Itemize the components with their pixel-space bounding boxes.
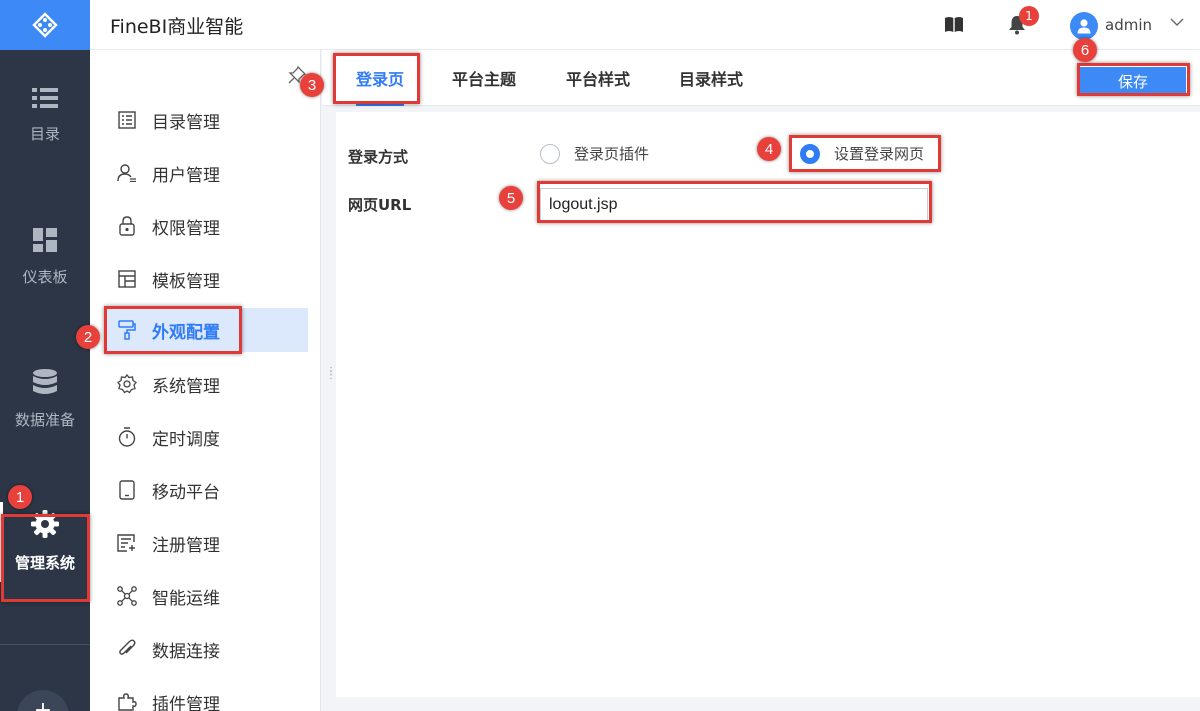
menu-item-scheduling[interactable]: 定时调度: [104, 415, 308, 459]
menu-item-catalog[interactable]: 目录管理: [104, 98, 308, 142]
menu-item-label: 移动平台: [152, 482, 220, 503]
menu-item-label: 外观配置: [152, 322, 220, 343]
primary-nav-rail: 目录 仪表板 数据准备 管理系统 +: [0, 0, 90, 711]
add-button[interactable]: +: [17, 690, 69, 711]
gear-icon: [31, 509, 59, 538]
radio-label: 设置登录网页: [834, 145, 925, 163]
app-logo[interactable]: [0, 0, 90, 50]
logo-icon: [32, 12, 58, 38]
annotation-step-6: 6: [1073, 38, 1097, 62]
nodes-icon: [116, 586, 138, 606]
menu-item-mobile[interactable]: 移动平台: [104, 468, 308, 512]
radio-custom-login-page[interactable]: 设置登录网页: [800, 143, 924, 164]
register-icon: [116, 534, 138, 552]
save-button[interactable]: 保存: [1080, 67, 1186, 95]
annotation-step-1: 1: [8, 485, 32, 509]
rail-item-dashboard[interactable]: 仪表板: [0, 210, 90, 304]
app-title: FineBI商业智能: [110, 16, 244, 38]
timer-icon: [116, 427, 138, 447]
menu-item-label: 定时调度: [152, 429, 220, 450]
rail-item-label: 目录: [29, 124, 60, 143]
menu-item-label: 系统管理: [152, 376, 220, 397]
menu-item-registration[interactable]: 注册管理: [104, 521, 308, 565]
menu-item-label: 智能运维: [152, 588, 220, 609]
radio-login-plugin[interactable]: 登录页插件: [540, 143, 649, 164]
rail-item-label: 仪表板: [22, 267, 68, 286]
username[interactable]: admin: [1105, 16, 1152, 34]
annotation-step-3: 3: [300, 73, 324, 97]
menu-item-appearance[interactable]: 外观配置: [104, 308, 308, 352]
menu-item-label: 用户管理: [152, 165, 220, 186]
notification-badge: 1: [1019, 6, 1039, 26]
menu-item-templates[interactable]: 模板管理: [104, 257, 308, 301]
link-icon: [116, 639, 138, 659]
paint-roller-icon: [116, 320, 138, 340]
database-icon: [33, 368, 57, 394]
menu-item-label: 模板管理: [152, 271, 220, 292]
rail-item-label: 管理系统: [14, 553, 75, 572]
settings-icon: [116, 374, 138, 394]
annotation-step-4: 4: [757, 137, 781, 161]
menu-item-system[interactable]: 系统管理: [104, 362, 308, 406]
annotation-step-2: 2: [76, 325, 100, 349]
rail-item-catalog[interactable]: 目录: [0, 68, 90, 162]
menu-item-label: 注册管理: [152, 535, 220, 556]
menu-item-label: 目录管理: [152, 112, 220, 133]
rail-item-admin-system[interactable]: 管理系统: [0, 494, 90, 588]
radio-checked-icon: [800, 143, 820, 164]
catalog-icon: [116, 111, 138, 129]
tab-catalog-style[interactable]: 目录样式: [679, 50, 743, 106]
chevron-down-icon[interactable]: [1170, 18, 1184, 27]
user-avatar-icon: [1077, 19, 1091, 34]
menu-item-users[interactable]: 用户管理: [104, 151, 308, 195]
admin-menu: 目录管理 用户管理 权限管理 模板管理 外观配置 系统管理 定时调度 移动平台 …: [90, 50, 336, 711]
dashboard-icon: [33, 227, 57, 252]
plus-icon: +: [33, 698, 53, 711]
rail-divider: [0, 644, 90, 645]
menu-item-data-connection[interactable]: 数据连接: [104, 627, 308, 671]
tab-platform-style[interactable]: 平台样式: [566, 50, 630, 106]
lock-icon: [116, 216, 138, 236]
login-method-label: 登录方式: [348, 148, 409, 166]
user-icon: [116, 164, 138, 182]
template-icon: [116, 270, 138, 288]
rail-item-label: 数据准备: [14, 410, 75, 429]
url-input[interactable]: [540, 188, 928, 222]
menu-item-label: 权限管理: [152, 218, 220, 239]
radio-label: 登录页插件: [574, 145, 650, 163]
tab-login-page[interactable]: 登录页: [356, 50, 405, 106]
menu-item-plugins[interactable]: 插件管理: [104, 680, 308, 711]
rail-item-data-prep[interactable]: 数据准备: [0, 352, 90, 446]
url-label: 网页URL: [348, 196, 412, 214]
puzzle-icon: [116, 692, 138, 711]
list-icon: [32, 87, 58, 108]
top-header: FineBI商业智能 1 admin: [90, 0, 1200, 50]
book-icon[interactable]: [944, 16, 964, 33]
menu-item-ops[interactable]: 智能运维: [104, 574, 308, 618]
radio-unchecked-icon: [540, 143, 560, 164]
annotation-step-5: 5: [499, 186, 523, 210]
tab-platform-theme[interactable]: 平台主题: [452, 50, 516, 106]
mobile-icon: [116, 480, 138, 500]
login-config-panel: 登录方式 登录页插件 设置登录网页 网页URL: [336, 112, 1200, 697]
menu-item-label: 数据连接: [152, 641, 220, 662]
menu-item-label: 插件管理: [152, 694, 220, 711]
avatar[interactable]: [1070, 12, 1098, 40]
menu-item-permissions[interactable]: 权限管理: [104, 204, 308, 248]
config-tabs: 登录页 平台主题 平台样式 目录样式 保存: [322, 50, 1200, 106]
resize-handle[interactable]: ⋮ ⋮: [326, 367, 336, 381]
